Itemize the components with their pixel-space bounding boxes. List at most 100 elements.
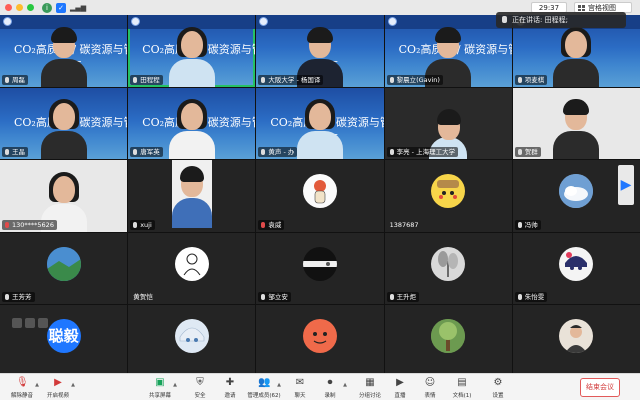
settings-label: 设置 <box>492 393 504 399</box>
microphone-icon <box>517 76 522 83</box>
participant-tile[interactable]: CO₂高质化 / 碳资源与管理 分论坛 周磊 <box>0 15 128 87</box>
invite-button[interactable]: ✚ 邀请 <box>212 376 248 400</box>
breakout-icon: ▦ <box>365 377 375 388</box>
participant-name-label: xuji <box>130 219 155 230</box>
active-speaker-text: 正在讲话: 田程程; <box>512 16 568 24</box>
anime-avatar-icon <box>174 319 209 354</box>
share-screen-label: 共享屏幕 <box>148 393 171 399</box>
participant-tile[interactable]: CO₂高质化 / 碳资源与管理 黎晨立(Gavin) <box>384 15 512 87</box>
participant-tile[interactable]: 王芳芳 <box>0 232 128 305</box>
video-off-icon: ▶ <box>54 377 62 388</box>
next-page-arrow-icon[interactable]: ▶ <box>618 165 634 205</box>
cartoon-avatar-icon <box>302 174 337 209</box>
chevron-up-icon[interactable]: ▲ <box>35 382 39 388</box>
shield-icon[interactable]: ✓ <box>56 2 66 13</box>
participant-name: 冯帅 <box>524 220 538 229</box>
participant-tile[interactable]: 袁威 <box>256 160 384 232</box>
microphone-muted-icon <box>5 221 9 228</box>
participant-name-label: 黎晨立(Gavin) <box>386 74 443 85</box>
manage-participants-button[interactable]: 👥 管理成员(62) ▲ <box>246 376 282 400</box>
participant-video <box>168 26 215 87</box>
meeting-info-icon[interactable]: i <box>42 2 52 13</box>
participant-name-label: 王晶 <box>2 147 28 158</box>
participant-name-label: 冯帅 <box>514 219 541 230</box>
participant-video <box>40 26 87 87</box>
participant-tile[interactable]: 贺群 <box>512 87 640 160</box>
camera-icon[interactable] <box>38 318 48 328</box>
signal-icon[interactable]: ▂▄▆ <box>70 3 86 13</box>
active-speaker-indicator: 正在讲话: 田程程; <box>496 12 626 28</box>
microphone-icon <box>389 149 394 156</box>
unmute-button[interactable]: 🎙 解除静音 ▲ <box>4 376 40 400</box>
participant-tile[interactable] <box>512 305 640 377</box>
share-screen-button[interactable]: ▣ 共享屏幕 ▲ <box>142 376 178 400</box>
participant-video <box>296 99 343 160</box>
microphone-icon <box>261 294 266 301</box>
participant-tile[interactable]: 邹立安 <box>256 232 384 305</box>
gear-icon: ⚙ <box>493 377 503 388</box>
participant-name-label: 项麦棋 <box>514 74 548 85</box>
participant-tile[interactable]: 黄贺恺 <box>128 232 256 305</box>
participant-tile-active-speaker[interactable]: CO₂高质化 / 碳资源与管理 田程程 <box>128 15 256 87</box>
record-button[interactable]: ⏺ 录制 ▲ <box>312 376 348 400</box>
minimize-window-button[interactable] <box>16 4 23 11</box>
chat-label: 聊天 <box>294 393 306 399</box>
participant-tile[interactable]: 分论坛 大阪大学 - 杨国译 <box>256 15 384 87</box>
participant-tile[interactable]: CO₂高质化 / 碳资源与管理 唐军英 <box>128 87 256 160</box>
university-logo-icon <box>259 17 269 26</box>
chevron-up-icon[interactable]: ▲ <box>277 382 281 388</box>
invite-label: 邀请 <box>224 393 236 399</box>
gallery-view-label: 宫格视图 <box>588 4 616 12</box>
participant-tile[interactable]: 朱怡雯 <box>512 232 640 305</box>
participant-name-label: 贺群 <box>514 147 541 158</box>
participant-name: 李亮 - 上海理工大学 <box>396 148 456 157</box>
unmute-label: 解除静音 <box>10 393 33 399</box>
participant-tile[interactable] <box>128 305 256 377</box>
reactions-button[interactable]: ☺ 表情 <box>412 376 448 400</box>
microphone-muted-icon: 🎙 <box>16 377 29 388</box>
university-logo-icon <box>3 17 12 26</box>
documents-button[interactable]: ▤ 文档(1) <box>444 376 480 400</box>
pikachu-avatar-icon <box>431 174 466 209</box>
start-video-label: 开启视频 <box>46 393 69 399</box>
participant-name-label: 1387687 <box>387 220 422 230</box>
participant-name: 王芳芳 <box>12 293 32 302</box>
zoom-window-button[interactable] <box>27 4 34 11</box>
grid-icon <box>578 5 585 11</box>
end-meeting-button[interactable]: 结束会议 <box>580 378 620 397</box>
microphone-icon <box>517 221 522 228</box>
microphone-icon <box>389 294 394 301</box>
microphone-icon <box>261 149 266 156</box>
grid-icon[interactable] <box>12 318 22 328</box>
chevron-up-icon[interactable]: ▲ <box>343 382 347 388</box>
tree-avatar-icon <box>431 319 466 354</box>
close-window-button[interactable] <box>5 4 12 11</box>
start-video-button[interactable]: ▶ 开启视频 ▲ <box>40 376 76 400</box>
participant-video <box>172 160 213 229</box>
chat-icon: ✉ <box>295 377 305 388</box>
participant-tile[interactable]: CO₂高质化 / 碳资源与管理 分论坛 黄声 - 办 <box>256 87 384 160</box>
participant-name-label: 朱怡雯 <box>514 292 548 303</box>
participant-tile[interactable]: 聪毅 <box>0 305 128 377</box>
participant-tile[interactable]: xuji <box>128 160 256 232</box>
university-logo-icon <box>131 17 141 26</box>
chevron-up-icon[interactable]: ▲ <box>71 382 75 388</box>
chevron-up-icon[interactable]: ▲ <box>173 382 177 388</box>
participant-tile[interactable] <box>256 305 384 377</box>
participant-name: 130****5626 <box>12 220 54 229</box>
participants-icon: 👥 <box>258 377 271 388</box>
cartoon-avatar-icon <box>302 319 337 354</box>
participant-tile[interactable]: 1387687 <box>384 160 512 232</box>
participant-tile[interactable]: 130****5626 <box>0 160 128 232</box>
microphone-icon <box>133 221 138 228</box>
participant-tile[interactable]: 王升炬 <box>384 232 512 305</box>
participant-name-label: 李亮 - 上海理工大学 <box>386 147 459 158</box>
settings-button[interactable]: ⚙ 设置 <box>480 376 516 400</box>
participant-tile[interactable] <box>384 305 512 377</box>
participant-name-label: 大阪大学 - 杨国译 <box>258 74 324 85</box>
security-label: 安全 <box>194 393 206 399</box>
microphone-icon <box>517 294 522 301</box>
participant-tile[interactable]: CO₂高质化 / 碳资源与管理 王晶 <box>0 87 128 160</box>
mic-icon[interactable] <box>25 318 35 328</box>
participant-tile[interactable]: 李亮 - 上海理工大学 <box>384 87 512 160</box>
